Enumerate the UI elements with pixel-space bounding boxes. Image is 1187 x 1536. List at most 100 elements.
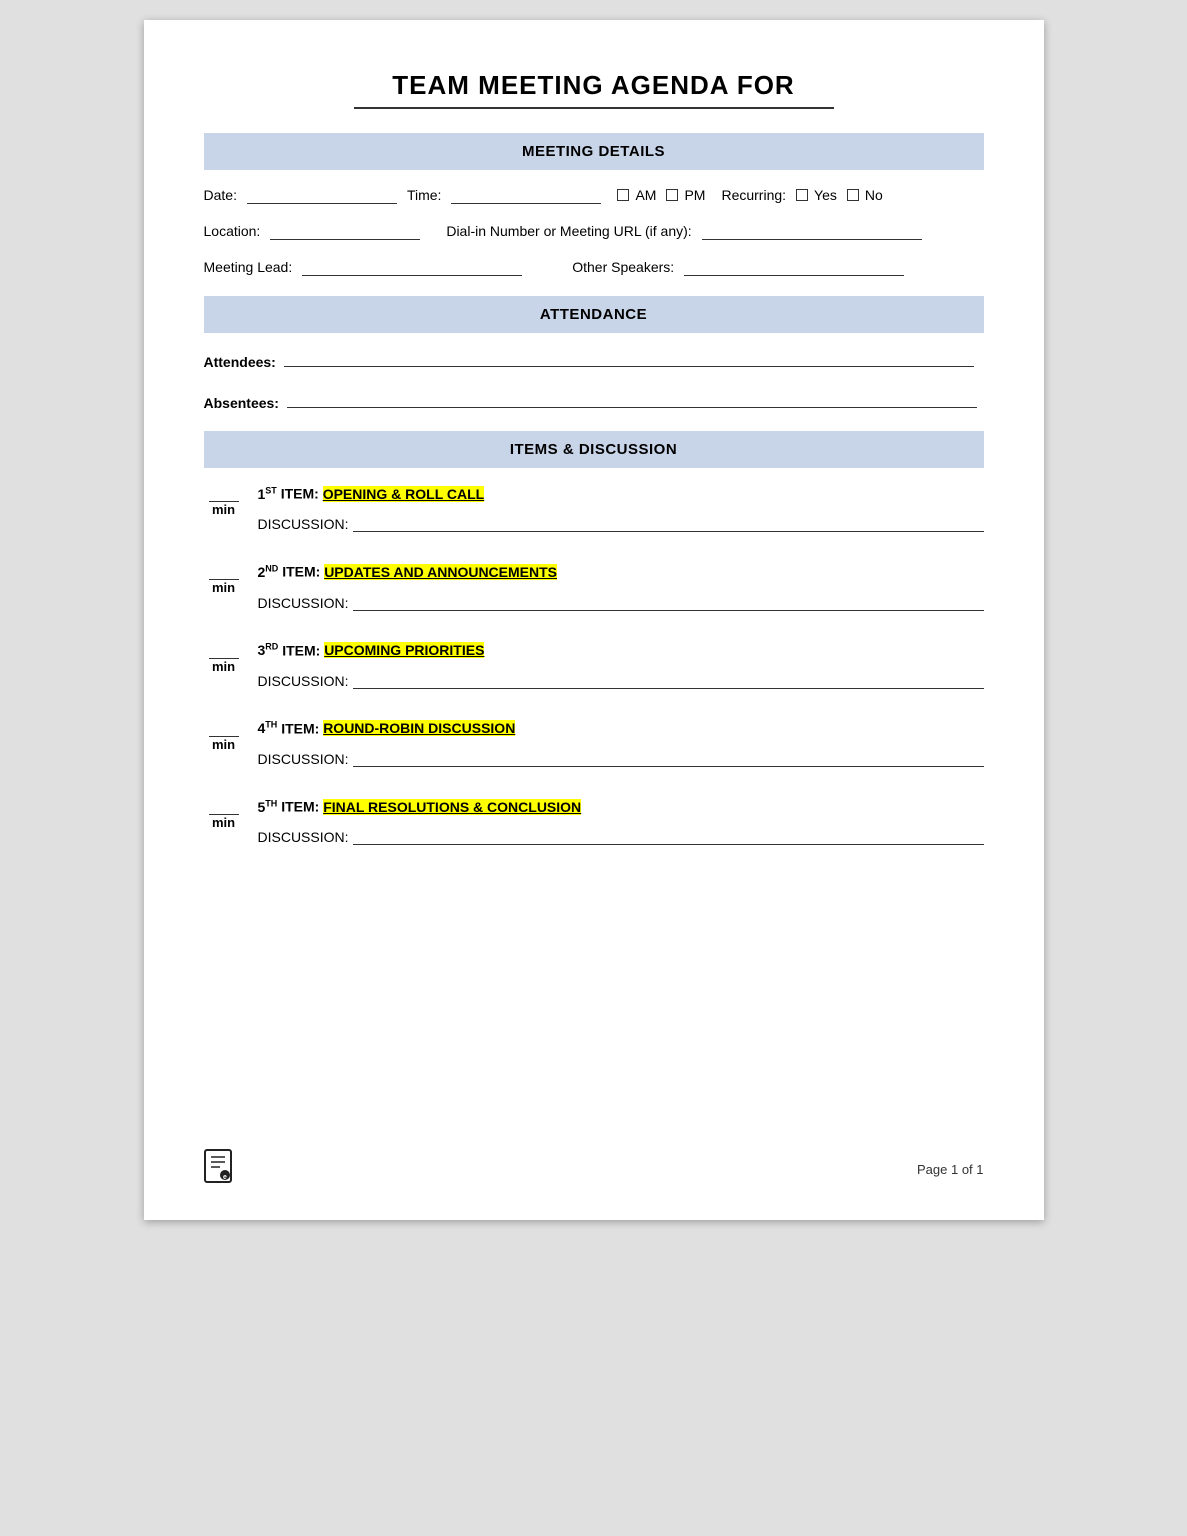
location-field[interactable]	[270, 222, 420, 240]
item-3-time-blank[interactable]	[209, 641, 239, 659]
item-3-title: 3RD ITEM: UPCOMING PRIORITIES	[258, 641, 984, 661]
item-1-time-blank[interactable]	[209, 484, 239, 502]
yes-label: Yes	[814, 187, 837, 203]
document-icon: e	[204, 1149, 232, 1190]
svg-text:e: e	[223, 1174, 227, 1181]
item-2-discussion: DISCUSSION:	[258, 593, 984, 611]
am-checkbox[interactable]	[617, 189, 629, 201]
item-3-name: UPCOMING PRIORITIES	[324, 642, 484, 658]
item-1-prefix: ITEM:	[281, 486, 323, 502]
attendees-row: Attendees:	[204, 349, 984, 370]
items-section: ITEMS & DISCUSSION min 1ST ITEM: OPENING…	[204, 431, 984, 845]
agenda-item-4: min 4TH ITEM: ROUND-ROBIN DISCUSSION DIS…	[204, 719, 984, 767]
item-2-number: 2ND	[258, 564, 279, 580]
item-1-time: min	[204, 484, 244, 517]
page-number: Page 1 of 1	[917, 1162, 984, 1177]
item-4-time: min	[204, 719, 244, 752]
item-2-discussion-label: DISCUSSION:	[258, 595, 349, 611]
item-5-min: min	[212, 815, 235, 830]
item-3-discussion: DISCUSSION:	[258, 671, 984, 689]
location-row: Location: Dial-in Number or Meeting URL …	[204, 222, 984, 240]
item-4-title: 4TH ITEM: ROUND-ROBIN DISCUSSION	[258, 719, 984, 739]
time-label: Time:	[407, 187, 441, 203]
attendance-section: ATTENDANCE Attendees: Absentees:	[204, 296, 984, 411]
item-5-time-blank[interactable]	[209, 797, 239, 815]
item-2-time: min	[204, 562, 244, 595]
item-1-min: min	[212, 502, 235, 517]
pm-checkbox[interactable]	[666, 189, 678, 201]
no-label: No	[865, 187, 883, 203]
item-5-discussion-line[interactable]	[353, 827, 984, 845]
item-4-time-blank[interactable]	[209, 719, 239, 737]
agenda-item-3: min 3RD ITEM: UPCOMING PRIORITIES DISCUS…	[204, 641, 984, 689]
items-header: ITEMS & DISCUSSION	[204, 431, 984, 468]
item-4-name: ROUND-ROBIN DISCUSSION	[323, 720, 515, 736]
item-1-content: 1ST ITEM: OPENING & ROLL CALL DISCUSSION…	[258, 484, 984, 532]
dialin-label: Dial-in Number or Meeting URL (if any):	[446, 223, 691, 239]
lead-row: Meeting Lead: Other Speakers:	[204, 258, 984, 276]
title-section: TEAM MEETING AGENDA FOR	[204, 70, 984, 109]
item-2-discussion-line[interactable]	[353, 593, 984, 611]
absentees-field[interactable]	[287, 390, 977, 408]
item-5-title: 5TH ITEM: FINAL RESOLUTIONS & CONCLUSION	[258, 797, 984, 817]
item-2-title: 2ND ITEM: UPDATES AND ANNOUNCEMENTS	[258, 562, 984, 582]
date-label: Date:	[204, 187, 237, 203]
item-5-discussion-label: DISCUSSION:	[258, 829, 349, 845]
item-5-prefix: ITEM:	[281, 799, 323, 815]
item-2-min: min	[212, 580, 235, 595]
item-3-number: 3RD	[258, 642, 279, 658]
item-5-content: 5TH ITEM: FINAL RESOLUTIONS & CONCLUSION…	[258, 797, 984, 845]
item-3-min: min	[212, 659, 235, 674]
yes-checkbox-group: Yes	[796, 187, 837, 203]
item-5-number: 5TH	[258, 799, 278, 815]
attendees-field[interactable]	[284, 349, 974, 367]
time-field[interactable]	[451, 186, 601, 204]
date-field[interactable]	[247, 186, 397, 204]
pm-label: PM	[684, 187, 705, 203]
item-4-discussion-label: DISCUSSION:	[258, 751, 349, 767]
item-2-name: UPDATES AND ANNOUNCEMENTS	[324, 564, 557, 580]
item-3-time: min	[204, 641, 244, 674]
agenda-item-1: min 1ST ITEM: OPENING & ROLL CALL DISCUS…	[204, 484, 984, 532]
other-speakers-field[interactable]	[684, 258, 904, 276]
attendees-label: Attendees:	[204, 354, 276, 370]
item-4-prefix: ITEM:	[281, 720, 323, 736]
item-3-prefix: ITEM:	[282, 642, 324, 658]
item-1-discussion-line[interactable]	[353, 514, 984, 532]
item-3-discussion-label: DISCUSSION:	[258, 673, 349, 689]
other-speakers-label: Other Speakers:	[572, 259, 674, 275]
item-1-name: OPENING & ROLL CALL	[323, 486, 485, 502]
agenda-item-5: min 5TH ITEM: FINAL RESOLUTIONS & CONCLU…	[204, 797, 984, 845]
item-4-min: min	[212, 737, 235, 752]
item-3-content: 3RD ITEM: UPCOMING PRIORITIES DISCUSSION…	[258, 641, 984, 689]
agenda-item-2: min 2ND ITEM: UPDATES AND ANNOUNCEMENTS …	[204, 562, 984, 610]
meeting-lead-label: Meeting Lead:	[204, 259, 293, 275]
item-3-discussion-line[interactable]	[353, 671, 984, 689]
item-4-content: 4TH ITEM: ROUND-ROBIN DISCUSSION DISCUSS…	[258, 719, 984, 767]
dialin-field[interactable]	[702, 222, 922, 240]
item-2-time-blank[interactable]	[209, 562, 239, 580]
item-2-prefix: ITEM:	[282, 564, 324, 580]
item-1-discussion: DISCUSSION:	[258, 514, 984, 532]
location-label: Location:	[204, 223, 261, 239]
no-checkbox-group: No	[847, 187, 883, 203]
attendance-header: ATTENDANCE	[204, 296, 984, 333]
item-4-discussion: DISCUSSION:	[258, 749, 984, 767]
absentees-label: Absentees:	[204, 395, 279, 411]
item-1-discussion-label: DISCUSSION:	[258, 516, 349, 532]
yes-checkbox[interactable]	[796, 189, 808, 201]
item-2-content: 2ND ITEM: UPDATES AND ANNOUNCEMENTS DISC…	[258, 562, 984, 610]
meeting-lead-field[interactable]	[302, 258, 522, 276]
meeting-details-header: MEETING DETAILS	[204, 133, 984, 170]
item-5-time: min	[204, 797, 244, 830]
item-4-number: 4TH	[258, 720, 278, 736]
item-5-discussion: DISCUSSION:	[258, 827, 984, 845]
am-checkbox-group: AM	[617, 187, 656, 203]
item-4-discussion-line[interactable]	[353, 749, 984, 767]
title-underline	[354, 107, 834, 109]
main-title: TEAM MEETING AGENDA FOR	[204, 70, 984, 101]
pm-checkbox-group: PM	[666, 187, 705, 203]
meeting-details-section: MEETING DETAILS Date: Time: AM PM Recurr…	[204, 133, 984, 276]
no-checkbox[interactable]	[847, 189, 859, 201]
item-1-number: 1ST	[258, 486, 277, 502]
